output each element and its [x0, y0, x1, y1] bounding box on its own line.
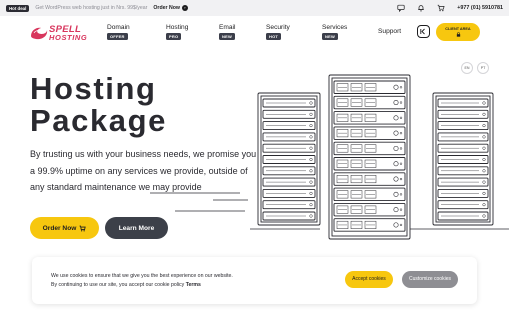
order-now-button-label: Order Now — [42, 224, 77, 232]
cart-icon — [79, 225, 87, 231]
cookie-line-2: By continuing to use our site, you accep… — [51, 282, 185, 288]
description-line: a 99.9% uptime on any services we provid… — [30, 165, 248, 176]
cookie-banner: We use cookies to ensure that we give yo… — [32, 257, 477, 304]
page-title: Hosting Package — [30, 73, 167, 137]
learn-more-button[interactable]: Learn More — [105, 217, 168, 239]
accept-cookies-button[interactable]: Accept cookies — [345, 271, 393, 288]
cookie-message: We use cookies to ensure that we give yo… — [51, 272, 233, 290]
customize-cookies-button[interactable]: Customize cookies — [402, 271, 458, 288]
order-now-button[interactable]: Order Now — [30, 217, 99, 239]
hero-description: By trusting us with your business needs,… — [30, 146, 260, 196]
description-line: By trusting us with your business needs,… — [30, 149, 257, 159]
description-line: any standard maintenance we may provide — [30, 182, 202, 192]
cookie-line-1: We use cookies to ensure that we give yo… — [51, 273, 233, 279]
title-line-2: Package — [30, 103, 168, 138]
cookie-terms-link[interactable]: Terms — [186, 282, 201, 288]
title-line-1: Hosting — [30, 71, 157, 106]
